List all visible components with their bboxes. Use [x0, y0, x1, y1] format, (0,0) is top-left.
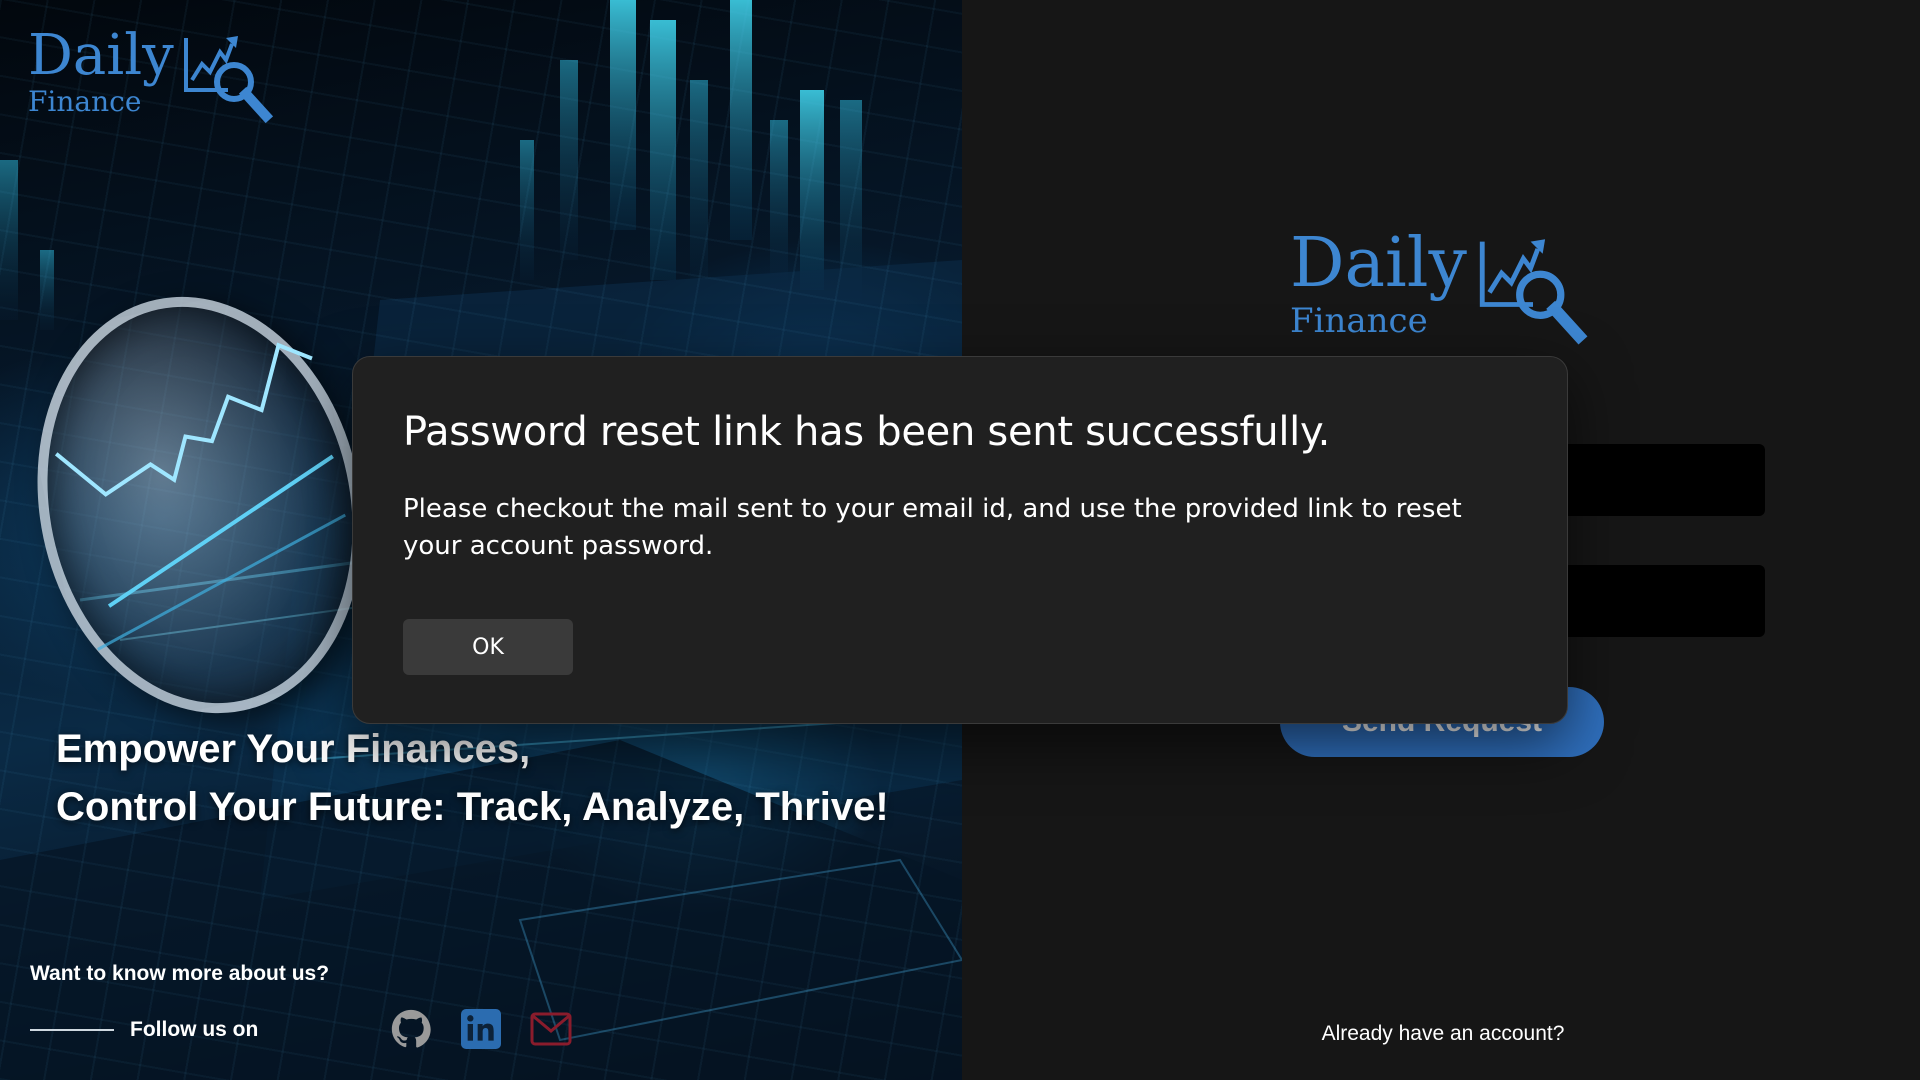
success-dialog: Password reset link has been sent succes… [352, 356, 1568, 724]
brand-subtitle: Finance [28, 85, 142, 118]
github-icon [391, 1009, 431, 1048]
linkedin-icon [461, 1009, 501, 1049]
ok-button[interactable]: OK [403, 619, 573, 675]
brand-logo-small: Daily Finance [28, 28, 276, 126]
follow-divider [30, 1029, 114, 1031]
dialog-title: Password reset link has been sent succes… [403, 409, 1331, 455]
github-link[interactable] [390, 1008, 432, 1050]
linkedin-link[interactable] [460, 1008, 502, 1050]
brand-logo-large: Daily Finance [1290, 230, 1591, 348]
dialog-message: Please checkout the mail sent to your em… [403, 494, 1462, 561]
brand-name-large: Daily [1290, 224, 1467, 303]
tagline-line-2: Control Your Future: Track, Analyze, Thr… [56, 785, 889, 829]
brand-name: Daily [28, 23, 174, 88]
follow-label: Follow us on [130, 1018, 259, 1041]
mail-icon [530, 1012, 572, 1046]
chart-magnifier-icon [183, 36, 273, 124]
brand-subtitle-large: Finance [1290, 301, 1428, 341]
email-link[interactable] [530, 1008, 572, 1050]
already-have-account-link[interactable]: Already have an account? [1318, 1022, 1568, 1046]
know-more-text: Want to know more about us? [30, 962, 330, 985]
hero-tagline: Empower Your Finances, Control Your Futu… [56, 720, 889, 836]
chart-magnifier-icon [1479, 239, 1588, 345]
follow-row: Follow us on [30, 1018, 258, 1042]
tagline-line-1: Empower Your Finances, [56, 727, 531, 771]
